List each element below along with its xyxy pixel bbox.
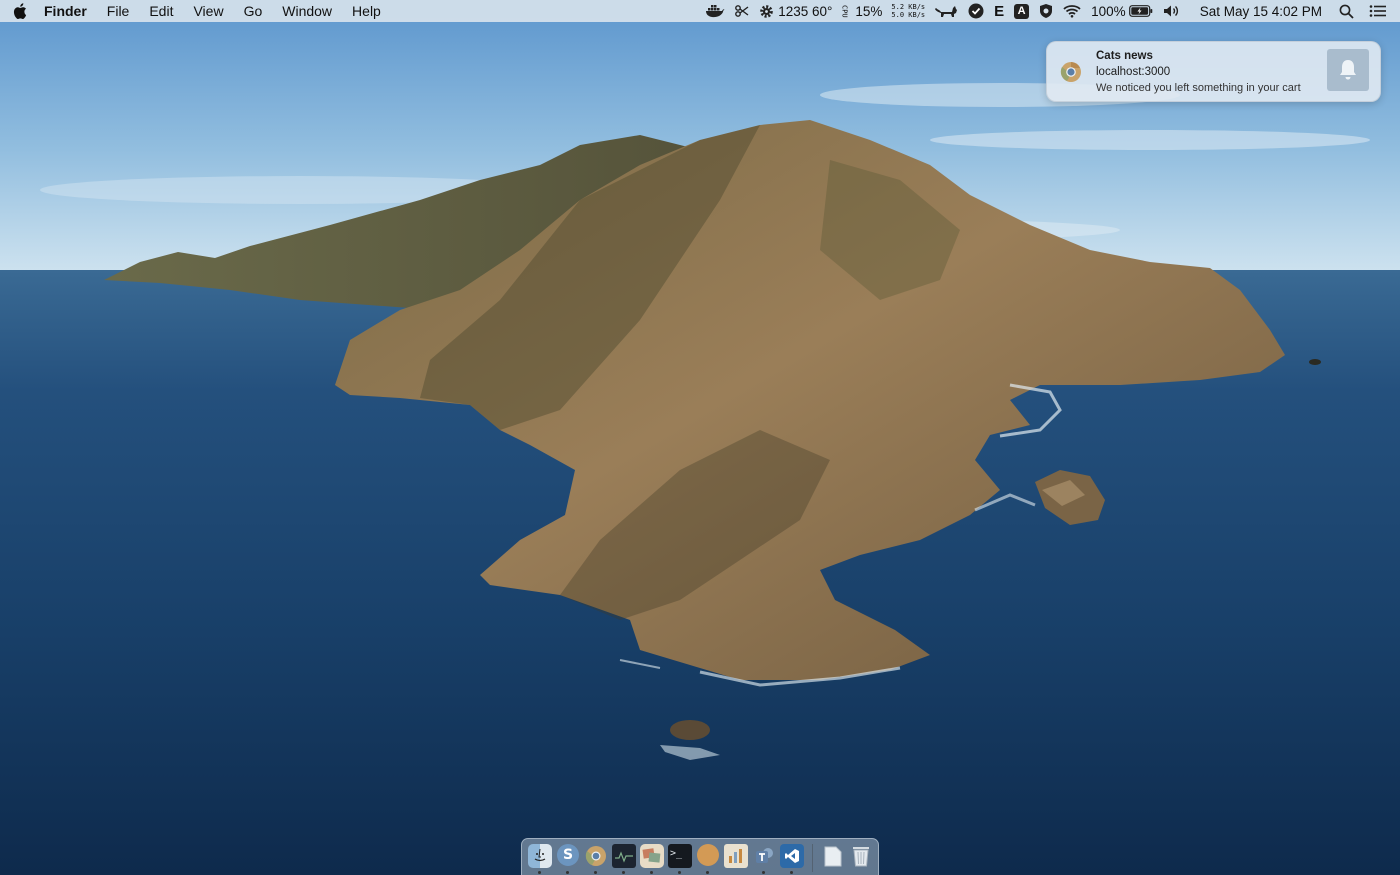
menu-help[interactable]: Help [342, 0, 391, 22]
e-letter-icon[interactable]: E [989, 0, 1009, 22]
menu-bar-left: Finder File Edit View Go Window Help [0, 0, 391, 22]
dock-chrome[interactable] [582, 839, 610, 875]
terminal-icon: >_ [668, 844, 692, 868]
net-down: 5.0 KB/s [891, 11, 926, 19]
menu-bar: Finder File Edit View Go Window Help 123… [0, 0, 1400, 22]
dock-activity-monitor[interactable] [610, 839, 638, 875]
menu-window[interactable]: Window [272, 0, 342, 22]
search-icon[interactable] [1334, 0, 1359, 22]
trash-icon [849, 844, 873, 868]
dock: S >_ [521, 838, 879, 875]
docker-icon[interactable] [700, 0, 730, 22]
running-indicator [678, 871, 681, 874]
dock-teams[interactable] [750, 839, 778, 875]
activity-monitor-icon [612, 844, 636, 868]
volume-icon[interactable] [1158, 0, 1186, 22]
running-indicator [594, 871, 597, 874]
dock-documents[interactable] [819, 839, 847, 875]
document-icon [821, 844, 845, 868]
running-indicator [706, 871, 709, 874]
battery-widget[interactable]: 100% [1086, 0, 1158, 22]
running-indicator [566, 871, 569, 874]
dock-vscode[interactable] [778, 839, 806, 875]
notification-subtitle: localhost:3000 [1096, 66, 1171, 78]
dock-terminal[interactable]: >_ [666, 839, 694, 875]
dock-finder[interactable] [526, 839, 554, 875]
cpu-vertical-label: CPU [837, 5, 850, 18]
finder-icon [528, 844, 552, 868]
a-letter-box: A [1014, 3, 1030, 19]
notification-title: Cats news [1096, 50, 1153, 62]
check-icon[interactable] [963, 0, 989, 22]
chrome-icon [1060, 61, 1082, 83]
compass-icon [697, 844, 719, 866]
charts-icon [724, 844, 748, 868]
battery-icon [1128, 5, 1153, 17]
menu-bar-status: 1235 60° CPU 15% 5.2 KB/s 5.0 KB/s E A 1… [700, 0, 1400, 22]
cpu-temp-text: 1235 60° [778, 3, 833, 19]
menu-view[interactable]: View [183, 0, 233, 22]
skype-icon: S [557, 844, 579, 866]
notification-body: We noticed you left something in your ca… [1096, 82, 1301, 94]
gear-icon [759, 4, 774, 19]
cpu-percent[interactable]: 15% [850, 0, 887, 22]
network-speed[interactable]: 5.2 KB/s 5.0 KB/s [887, 3, 929, 19]
cpu-vertical-text: CPU [840, 4, 849, 18]
wifi-icon[interactable] [1058, 0, 1086, 22]
running-indicator [790, 871, 793, 874]
e-letter-text: E [994, 2, 1005, 20]
list-icon[interactable] [1359, 0, 1392, 22]
chrome-icon [584, 844, 608, 868]
menu-go[interactable]: Go [234, 0, 273, 22]
bell-icon[interactable] [1327, 49, 1369, 91]
dock-compass[interactable] [694, 839, 722, 875]
island-landscape [0, 0, 1400, 875]
vscode-icon [780, 844, 804, 868]
cat-icon[interactable] [929, 0, 963, 22]
apple-icon[interactable] [0, 3, 40, 19]
dock-photos[interactable] [638, 839, 666, 875]
menu-app-finder[interactable]: Finder [40, 0, 97, 22]
battery-percent: 100% [1091, 3, 1126, 19]
teams-icon [752, 844, 776, 868]
net-up: 5.2 KB/s [891, 3, 926, 11]
notification-banner[interactable]: Cats news localhost:3000 We noticed you … [1046, 41, 1381, 102]
cpu-temp-widget[interactable]: 1235 60° [754, 0, 837, 22]
shield-icon[interactable] [1034, 0, 1058, 22]
running-indicator [622, 871, 625, 874]
photos-icon [640, 844, 664, 868]
desktop-wallpaper [0, 0, 1400, 875]
clock[interactable]: Sat May 15 4:02 PM [1186, 0, 1334, 22]
a-letter-icon[interactable]: A [1009, 0, 1034, 22]
dock-skype[interactable]: S [554, 839, 582, 875]
dock-charts[interactable] [722, 839, 750, 875]
dock-trash[interactable] [847, 839, 875, 875]
running-indicator [650, 871, 653, 874]
scissors-icon[interactable] [730, 0, 754, 22]
running-indicator [762, 871, 765, 874]
menu-edit[interactable]: Edit [139, 0, 183, 22]
menu-file[interactable]: File [97, 0, 140, 22]
running-indicator [538, 871, 541, 874]
dock-separator [812, 844, 813, 872]
